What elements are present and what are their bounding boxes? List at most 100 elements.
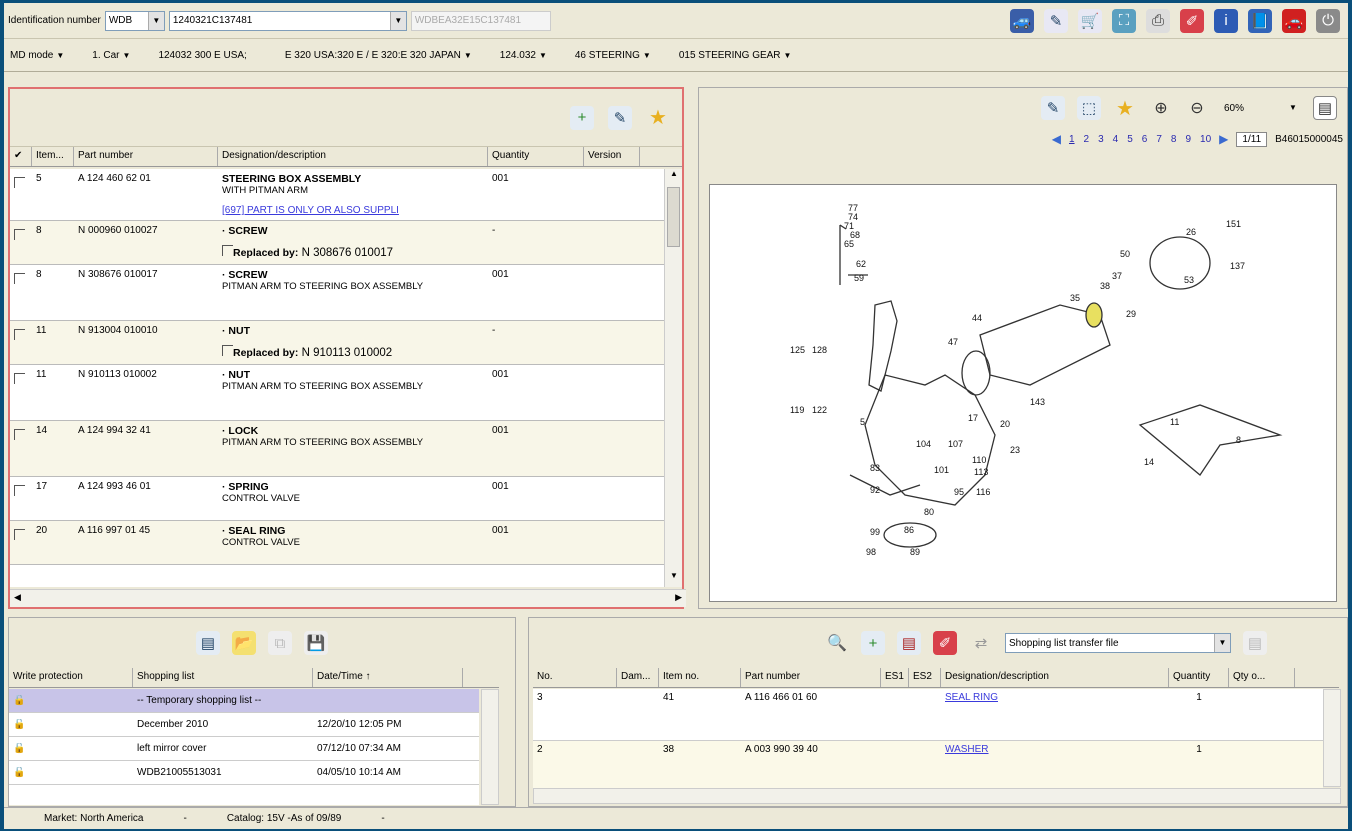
callout-label[interactable]: 107 <box>948 439 963 449</box>
print-icon[interactable]: ⎙ <box>1146 8 1170 33</box>
unlock-icon[interactable]: 🔓 <box>9 767 133 778</box>
callout-label[interactable]: 137 <box>1230 261 1245 271</box>
checkbox-icon[interactable] <box>14 273 25 284</box>
column-es2[interactable]: ES2 <box>909 668 941 687</box>
identification-number-select[interactable]: 1240321C137481 ▼ <box>168 10 407 31</box>
callout-label[interactable]: 23 <box>1010 445 1020 455</box>
open-folder-icon[interactable]: 📂 <box>232 631 256 655</box>
column-designation[interactable]: Designation/description <box>941 668 1169 687</box>
table-row[interactable]: 8 N 308676 010017 · SCREW PITMAN ARM TO STE… <box>10 265 666 321</box>
callout-label[interactable]: 5 <box>860 417 865 427</box>
callout-label[interactable]: 53 <box>1184 275 1194 285</box>
page-view-icon[interactable]: ▤ <box>1313 96 1337 120</box>
column-item[interactable]: Item... <box>32 147 74 166</box>
callout-label[interactable]: 44 <box>972 313 982 323</box>
scroll-up-icon[interactable]: ▲ <box>665 169 683 185</box>
exploded-parts-diagram[interactable]: 77 74 71 68 65 62 59 125 128 119 122 5 47 44 35 38 37 29 5… <box>709 184 1337 602</box>
add-to-list-icon[interactable]: + <box>570 105 594 130</box>
scroll-right-icon[interactable]: ▶ <box>675 592 682 603</box>
callout-label[interactable]: 50 <box>1120 249 1130 259</box>
table-row[interactable]: 14 A 124 994 32 41 · LOCK PITMAN ARM TO STE… <box>10 421 666 477</box>
eraser-icon[interactable]: ✐ <box>933 631 957 655</box>
callout-label[interactable]: 86 <box>904 525 914 535</box>
replacement-part[interactable]: N 308676 010017 <box>302 247 393 259</box>
column-version[interactable]: Version <box>584 147 640 166</box>
exit-icon[interactable]: ⏻ <box>1316 8 1340 33</box>
column-check[interactable]: ✔ <box>10 147 32 166</box>
callout-label[interactable]: 101 <box>934 465 949 475</box>
book-icon[interactable]: 📘 <box>1248 8 1272 33</box>
page-link[interactable]: 3 <box>1098 134 1104 145</box>
callout-label[interactable]: 98 <box>866 547 876 557</box>
favorite-star-icon[interactable]: ★ <box>646 106 670 130</box>
callout-label[interactable]: 80 <box>924 507 934 517</box>
page-link[interactable]: 5 <box>1127 134 1133 145</box>
replacement-part[interactable]: N 910113 010002 <box>302 347 393 359</box>
save-icon[interactable]: 💾 <box>304 631 328 655</box>
callout-label[interactable]: 37 <box>1112 271 1122 281</box>
table-row[interactable]: 11 N 913004 010010 · NUT Replaced by: N 910… <box>10 321 666 365</box>
callout-label[interactable]: 83 <box>870 463 880 473</box>
breadcrumb-vehicle-type[interactable]: 1. Car ▼ <box>92 50 130 61</box>
callout-label[interactable]: 119 <box>790 405 804 415</box>
items-scrollbar[interactable] <box>1323 689 1341 787</box>
page-link[interactable]: 2 <box>1084 134 1090 145</box>
page-link[interactable]: 6 <box>1142 134 1148 145</box>
items-horizontal-scrollbar[interactable] <box>533 788 1341 804</box>
callout-label[interactable]: 122 <box>812 405 827 415</box>
previous-page-icon[interactable]: ◀ <box>1052 132 1061 146</box>
page-link[interactable]: 7 <box>1156 134 1162 145</box>
vehicle-icon[interactable]: 🚙 <box>1010 8 1034 33</box>
callout-label[interactable]: 104 <box>916 439 931 449</box>
notes-icon[interactable]: ✎ <box>1044 8 1068 33</box>
checkbox-icon[interactable] <box>14 373 25 384</box>
callout-label[interactable]: 8 <box>1236 435 1241 445</box>
breadcrumb-mode[interactable]: MD mode ▼ <box>10 50 64 61</box>
callout-label[interactable]: 17 <box>968 413 978 423</box>
column-part-number[interactable]: Part number <box>741 668 881 687</box>
table-row[interactable]: 11 N 910113 010002 · NUT PITMAN ARM TO STEE… <box>10 365 666 421</box>
callout-label[interactable]: 62 <box>856 259 866 269</box>
column-date-time[interactable]: Date/Time ↑ <box>313 668 463 687</box>
prefix-select[interactable]: WDB ▼ <box>104 10 165 31</box>
callout-label[interactable]: 95 <box>954 487 964 497</box>
callout-label[interactable]: 59 <box>854 273 864 283</box>
column-quantity[interactable]: Quantity <box>488 147 584 166</box>
column-item-no[interactable]: Item no. <box>659 668 741 687</box>
notes-icon[interactable]: ✎ <box>608 105 632 130</box>
column-damage[interactable]: Dam... <box>617 668 659 687</box>
callout-label[interactable]: 99 <box>870 527 880 537</box>
checkbox-icon[interactable] <box>14 485 25 496</box>
designation-link[interactable]: WASHER <box>941 744 1169 755</box>
next-page-icon[interactable]: ▶ <box>1219 132 1228 146</box>
column-part-number[interactable]: Part number <box>74 147 218 166</box>
scroll-down-icon[interactable]: ▼ <box>665 571 683 587</box>
list-item[interactable]: 🔓 December 2010 12/20/10 12:05 PM <box>9 713 479 737</box>
shopping-scrollbar[interactable] <box>481 689 499 805</box>
table-row[interactable]: 3 41 A 116 466 01 60 SEAL RING 1 <box>533 689 1323 741</box>
select-area-icon[interactable]: ⬚ <box>1077 96 1101 120</box>
callout-label[interactable]: 14 <box>1144 457 1154 467</box>
scroll-thumb[interactable] <box>667 187 680 247</box>
column-quantity[interactable]: Quantity <box>1169 668 1229 687</box>
car-icon[interactable]: 🚗 <box>1282 8 1306 33</box>
unlock-icon[interactable]: 🔓 <box>9 743 133 754</box>
callout-label[interactable]: 151 <box>1226 219 1241 229</box>
checkbox-icon[interactable] <box>14 429 25 440</box>
checkbox-icon[interactable] <box>222 245 233 256</box>
checkbox-icon[interactable] <box>14 529 25 540</box>
column-no[interactable]: No. <box>533 668 617 687</box>
callout-label[interactable]: 11 <box>1170 417 1179 427</box>
eraser-icon[interactable]: ✐ <box>1180 8 1204 33</box>
page-link[interactable]: 9 <box>1185 134 1191 145</box>
checkbox-icon[interactable] <box>222 345 233 356</box>
callout-label[interactable]: 26 <box>1186 227 1196 237</box>
zoom-out-icon[interactable]: ⊖ <box>1185 96 1209 120</box>
zoom-in-icon[interactable]: ⊕ <box>1149 96 1173 120</box>
column-write-protection[interactable]: Write protection <box>9 668 133 687</box>
checkbox-icon[interactable] <box>14 177 25 188</box>
fullscreen-icon[interactable]: ⛶ <box>1112 8 1136 33</box>
page-link[interactable]: 8 <box>1171 134 1177 145</box>
callout-label[interactable]: 65 <box>844 239 854 249</box>
table-row[interactable]: 20 A 116 997 01 45 · SEAL RING CONTROL VALV… <box>10 521 666 565</box>
